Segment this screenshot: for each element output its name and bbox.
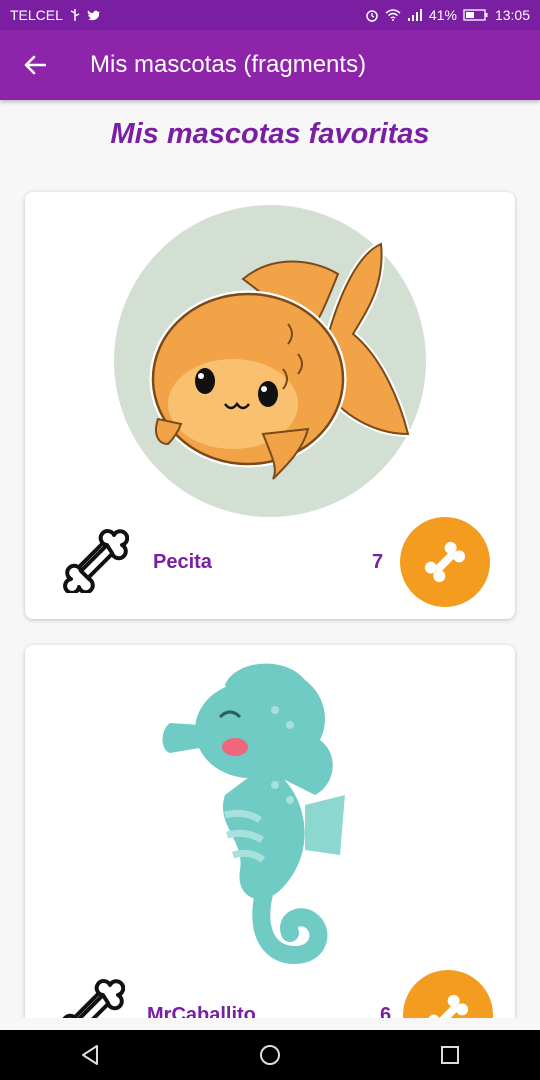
nav-recents-button[interactable] (420, 1030, 480, 1080)
status-bar: TELCEL 41% 13:05 (0, 0, 540, 30)
like-count: 7 (372, 551, 384, 573)
signal-icon (407, 9, 422, 21)
app-title: Mis mascotas (fragments) (90, 51, 367, 78)
clock: 13:05 (494, 7, 530, 23)
pet-card: Pecita 7 (25, 192, 515, 619)
main-content[interactable]: Mis mascotas favoritas Pecita 7 MrCaball… (0, 100, 540, 1018)
status-right: 41% 13:05 (365, 7, 530, 23)
bone-icon (62, 979, 125, 1018)
bone-icon (427, 994, 469, 1018)
pet-name: MrCaballito (147, 1004, 256, 1018)
bone-icon (63, 529, 129, 593)
app-bar: Mis mascotas (fragments) (0, 30, 540, 100)
nav-back-button[interactable] (60, 1030, 120, 1080)
home-circle-icon (260, 1045, 280, 1065)
like-button[interactable] (403, 970, 493, 1018)
carrier-label: TELCEL (10, 7, 63, 23)
battery-percent: 41% (428, 7, 457, 23)
like-button[interactable] (400, 517, 490, 607)
battery-icon (463, 9, 488, 21)
wifi-icon (385, 9, 401, 21)
twitter-icon (87, 10, 100, 21)
pet-card: MrCaballito 6 (25, 645, 515, 1018)
nav-home-button[interactable] (240, 1030, 300, 1080)
like-count: 6 (380, 1004, 392, 1018)
seahorse-illustration (162, 663, 345, 965)
bone-icon (424, 541, 466, 583)
usb-icon (70, 9, 80, 21)
page-heading: Mis mascotas favoritas (110, 118, 430, 150)
back-triangle-icon (82, 1045, 98, 1065)
navigation-bar (0, 1030, 540, 1080)
pet-name: Pecita (153, 551, 212, 573)
recents-square-icon (441, 1046, 459, 1064)
back-button[interactable] (0, 30, 70, 100)
status-left: TELCEL (10, 7, 101, 23)
alarm-icon (366, 10, 378, 22)
arrow-left-icon (24, 55, 46, 75)
goldfish-illustration (114, 205, 426, 517)
